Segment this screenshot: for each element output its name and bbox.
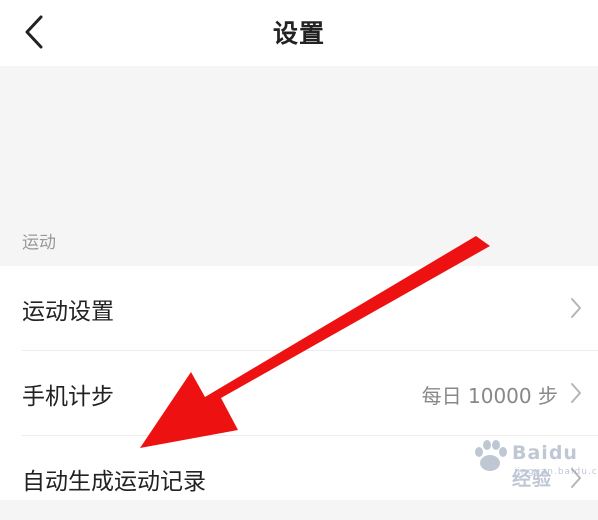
row-label: 自动生成运动记录 <box>22 469 206 495</box>
row-sport-settings[interactable]: 运动设置 <box>0 266 598 350</box>
empty-section-area <box>0 66 598 266</box>
chevron-right-icon <box>571 298 581 318</box>
chevron-right-icon <box>571 383 581 403</box>
watermark-url: jingyan.baidu.com <box>514 467 598 477</box>
header-bar: 设置 <box>0 0 598 66</box>
section-label-sport: 运动 <box>22 233 56 253</box>
row-value-daily-steps: 每日 10000 步 <box>421 384 558 408</box>
page-title: 设置 <box>272 19 325 48</box>
row-label: 手机计步 <box>22 384 114 410</box>
baidu-watermark: Baidu经验 jingyan.baidu.com <box>470 432 598 490</box>
row-phone-step-count[interactable]: 手机计步 每日 10000 步 <box>0 351 598 435</box>
row-label: 运动设置 <box>22 299 114 325</box>
paw-logo-icon <box>475 440 507 471</box>
